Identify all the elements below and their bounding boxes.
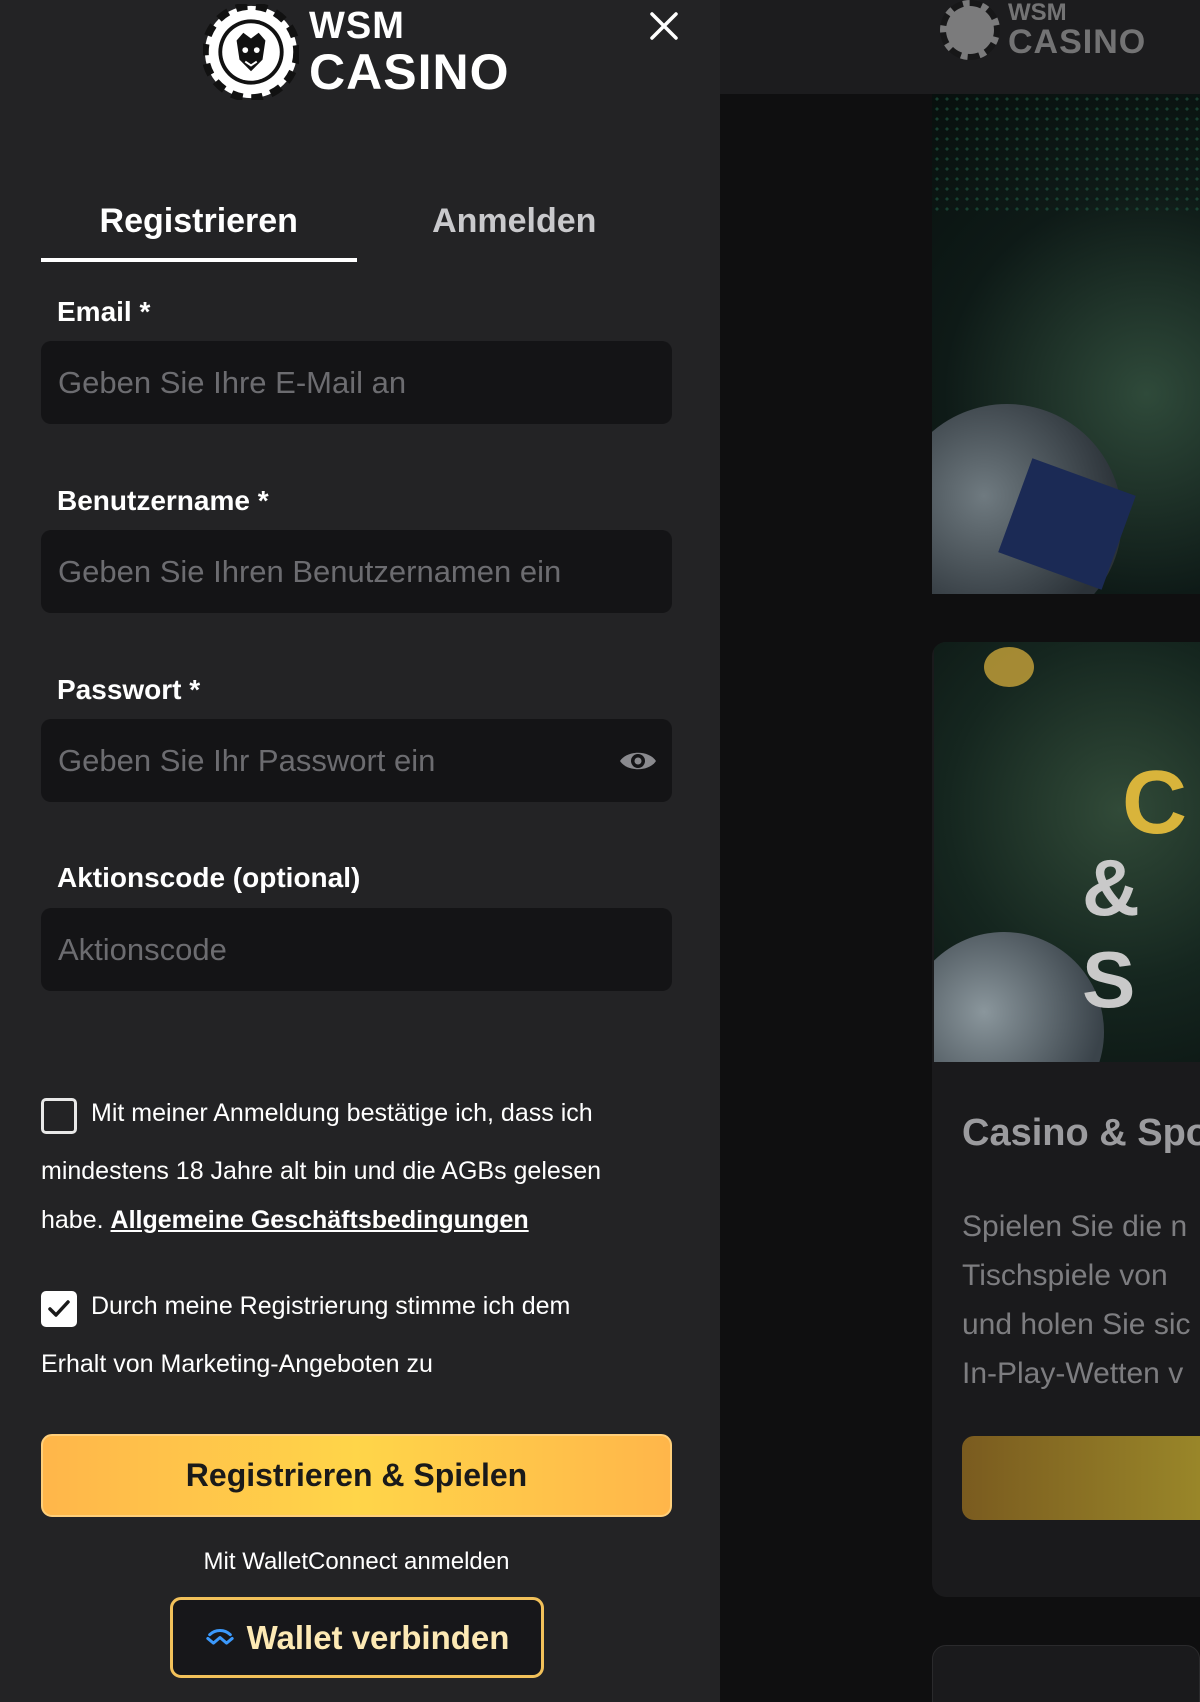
background-banner-image: [932, 94, 1200, 594]
brand-line2: CASINO: [309, 44, 510, 100]
promo-card-button: [962, 1436, 1200, 1520]
promo-card-image-text-2: & S: [1082, 843, 1140, 1024]
show-password-icon[interactable]: [618, 743, 658, 779]
age-consent-checkbox[interactable]: [41, 1098, 77, 1134]
tab-register[interactable]: Registrieren: [41, 190, 357, 262]
connect-wallet-button[interactable]: Wallet verbinden: [170, 1597, 544, 1678]
age-consent-text-line1: Mit meiner Anmeldung bestätige ich, dass…: [91, 1099, 593, 1127]
close-button[interactable]: [644, 6, 684, 46]
logo-chip-icon: [940, 0, 1000, 60]
marketing-consent-checkbox[interactable]: [41, 1291, 77, 1327]
background-promo-card: C & S Casino & Spo Spielen Sie die n Tis…: [932, 642, 1200, 1597]
promo-card-description: Spielen Sie die n Tischspiele von und ho…: [962, 1210, 1191, 1390]
password-label: Passwort *: [57, 674, 201, 705]
marketing-consent: Durch meine Registrierung stimme ich dem…: [41, 1277, 681, 1393]
promo-code-label: Aktionscode (optional): [57, 862, 361, 893]
password-field-container: [41, 719, 672, 802]
terms-link[interactable]: Allgemeine Geschäftsbedingungen: [111, 1206, 529, 1234]
username-field-container: [41, 530, 672, 613]
email-field[interactable]: [58, 364, 672, 401]
walletconnect-caption: Mit WalletConnect anmelden: [203, 1548, 510, 1575]
background-logo: WSM CASINO: [940, 0, 1146, 60]
casino-chip-icon: [203, 4, 299, 100]
brand-line1: WSM: [309, 5, 405, 47]
username-label: Benutzername *: [57, 485, 269, 516]
tab-login[interactable]: Anmelden: [357, 190, 673, 262]
background-logo-line2: CASINO: [1008, 23, 1147, 61]
connect-wallet-label: Wallet verbinden: [246, 1618, 510, 1656]
walletconnect-icon: [205, 1628, 234, 1645]
brand-logo: WSM CASINO: [203, 4, 509, 100]
auth-tabs: Registrieren Anmelden: [41, 190, 672, 262]
age-consent-text-line3: habe.: [41, 1206, 104, 1234]
password-field[interactable]: [58, 742, 618, 779]
background-card-2: [932, 1645, 1200, 1702]
email-label: Email *: [57, 296, 151, 327]
username-field[interactable]: [58, 553, 672, 590]
promo-card-image-text: C: [1122, 753, 1187, 853]
promo-card-title: Casino & Spo: [962, 1112, 1200, 1154]
registration-panel: WSM CASINO Registrieren Anmelden Email *…: [0, 0, 720, 1702]
email-field-container: [41, 341, 672, 424]
marketing-consent-text-line2: Erhalt von Marketing-Angeboten zu: [41, 1350, 433, 1378]
register-and-play-button[interactable]: Registrieren & Spielen: [41, 1434, 672, 1517]
age-consent-text-line2: mindestens 18 Jahre alt bin und die AGBs…: [41, 1157, 602, 1185]
promo-code-field-container: [41, 908, 672, 991]
age-consent: Mit meiner Anmeldung bestätige ich, dass…: [41, 1084, 681, 1240]
background-logo-line1: WSM: [1008, 0, 1067, 26]
checkmark-icon: [48, 1300, 70, 1317]
marketing-consent-text-line1: Durch meine Registrierung stimme ich dem: [91, 1292, 571, 1320]
promo-code-field[interactable]: [58, 931, 672, 968]
promo-card-image: C & S: [934, 642, 1200, 1062]
close-icon: [650, 12, 678, 40]
